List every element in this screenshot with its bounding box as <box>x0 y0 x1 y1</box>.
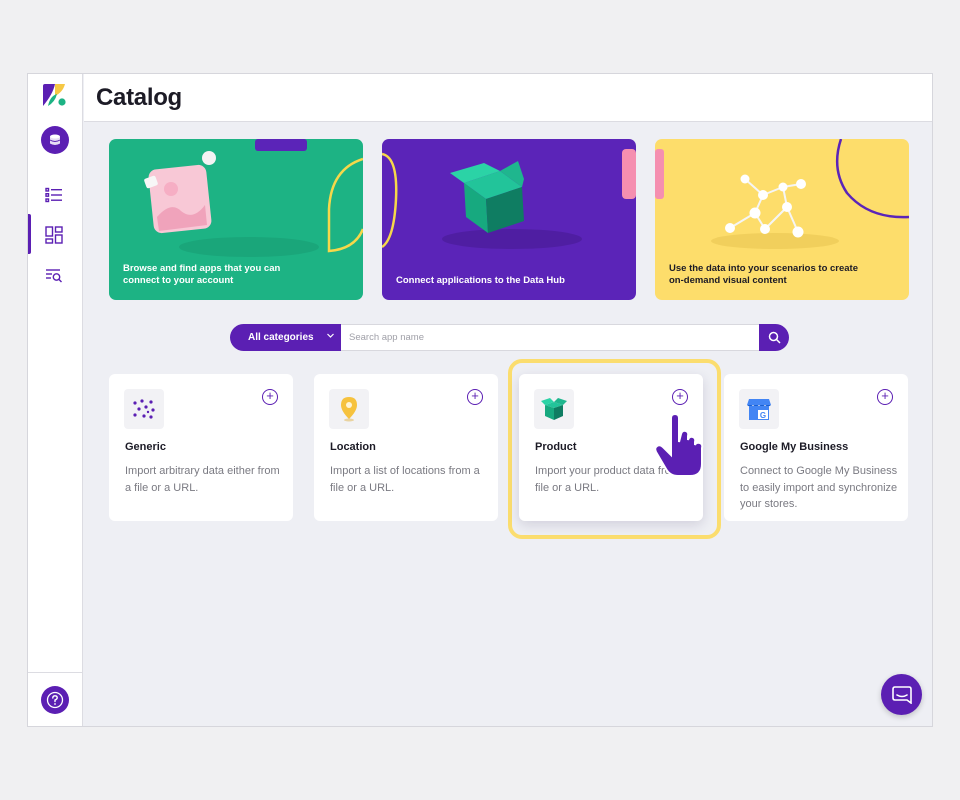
scatter-dots-icon <box>124 389 164 429</box>
map-pin-icon <box>329 389 369 429</box>
search-input[interactable]: Search app name <box>341 324 759 351</box>
banner-connect[interactable]: Connect applications to the Data Hub <box>382 139 636 300</box>
sidebar-divider <box>28 672 83 673</box>
card-description: Connect to Google My Business to easily … <box>740 465 898 510</box>
card-description: Import arbitrary data either from a file… <box>125 465 280 494</box>
list-icon[interactable] <box>44 185 64 205</box>
app-window: Catalog Browse and find apps that you ca… <box>27 73 933 727</box>
search-bar: All categories Search app name <box>230 324 789 351</box>
add-icon[interactable]: + <box>262 389 278 405</box>
card-description: Import a list of locations from a file o… <box>330 465 480 494</box>
card-title: Product <box>535 441 577 453</box>
sidebar <box>28 74 83 726</box>
page-header: Catalog <box>84 74 932 122</box>
hand-pointer-icon <box>654 414 704 476</box>
chat-icon <box>891 685 912 704</box>
app-card-generic[interactable]: + Generic Import arbitrary data either f… <box>109 374 293 521</box>
banner-text: Browse and find apps that you can connec… <box>123 263 281 286</box>
database-icon[interactable] <box>41 126 69 154</box>
card-title: Google My Business <box>740 441 849 453</box>
card-title: Generic <box>125 441 166 453</box>
category-select-label: All categories <box>248 332 314 343</box>
add-icon[interactable]: + <box>877 389 893 405</box>
app-card-google-my-business[interactable]: G + Google My Business Connect to Google… <box>724 374 908 521</box>
google-my-business-icon: G <box>739 389 779 429</box>
category-select[interactable]: All categories <box>230 324 341 351</box>
add-icon[interactable]: + <box>467 389 483 405</box>
svg-text:G: G <box>760 411 766 420</box>
app-card-location[interactable]: + Location Import a list of locations fr… <box>314 374 498 521</box>
search-list-icon[interactable] <box>44 265 64 285</box>
search-button[interactable] <box>759 324 789 351</box>
card-title: Location <box>330 441 376 453</box>
banner-browse[interactable]: Browse and find apps that you can connec… <box>109 139 363 300</box>
banner-scenarios[interactable]: Use the data into your scenarios to crea… <box>655 139 909 300</box>
chevron-down-icon <box>326 331 335 342</box>
brand-logo[interactable] <box>41 82 67 108</box>
search-icon <box>768 331 781 344</box>
open-box-icon <box>534 389 574 429</box>
banner-text: Use the data into your scenarios to crea… <box>669 263 859 286</box>
dashboard-icon[interactable] <box>44 225 64 245</box>
nav-active-indicator <box>28 214 31 254</box>
page-title: Catalog <box>96 84 182 111</box>
chat-button[interactable] <box>881 674 922 715</box>
help-icon[interactable] <box>41 686 69 714</box>
banner-text: Connect applications to the Data Hub <box>396 275 565 286</box>
add-icon[interactable]: + <box>672 389 688 405</box>
